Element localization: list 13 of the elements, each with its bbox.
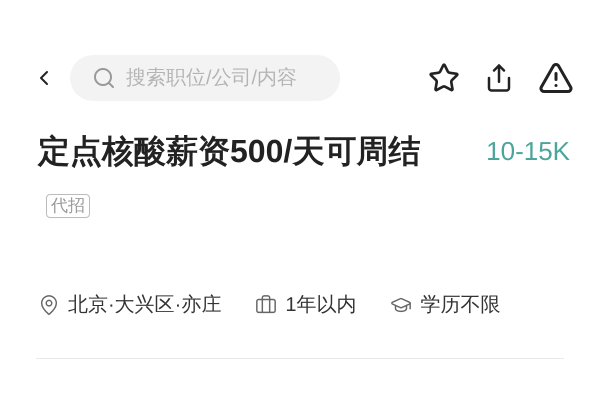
- job-detail: 学历不限: [420, 293, 500, 318]
- report-button[interactable]: [538, 60, 574, 96]
- salary-range: 10-15K: [486, 135, 570, 168]
- job-detail: 1年以内: [285, 293, 356, 318]
- job-detail: 北京·大兴区·亦庄: [68, 293, 222, 318]
- briefcase-icon: [255, 294, 278, 316]
- favorite-button[interactable]: [428, 62, 460, 94]
- search-field[interactable]: 搜索职位/公司/内容: [126, 63, 326, 93]
- location-pin-icon: [38, 294, 60, 316]
- recruit-tag: 代招: [46, 194, 90, 218]
- search-bar[interactable]: 搜索职位/公司/内容: [70, 55, 340, 101]
- search-icon: [92, 66, 116, 90]
- job-title: 定点核酸薪资500/天可周结: [38, 133, 420, 169]
